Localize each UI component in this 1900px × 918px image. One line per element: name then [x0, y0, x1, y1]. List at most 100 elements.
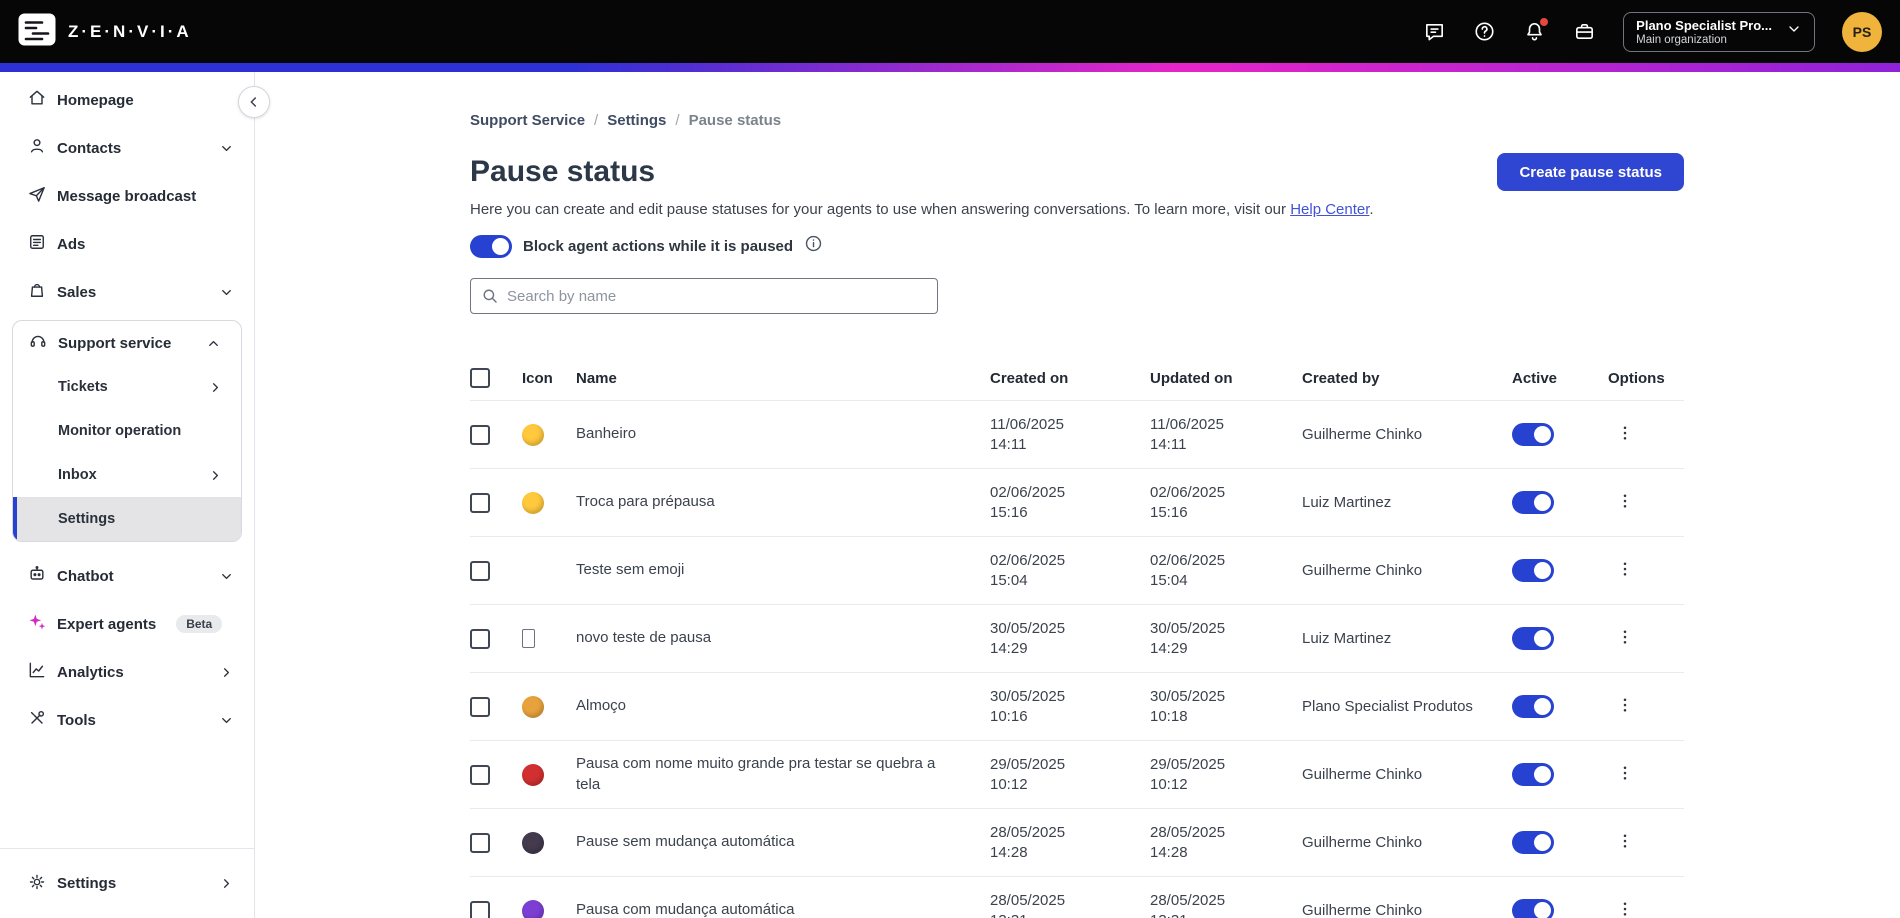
sidebar-item-sales[interactable]: Sales: [0, 268, 254, 316]
sidebar-item-tools[interactable]: Tools: [0, 696, 254, 744]
row-options-button[interactable]: [1608, 896, 1642, 918]
row-active-toggle[interactable]: [1512, 491, 1554, 514]
row-checkbox[interactable]: [470, 764, 490, 785]
sidebar-item-label: Support service: [58, 334, 172, 352]
table-row: novo teste de pausa 30/05/2025 14:29 30/…: [470, 604, 1684, 672]
beta-badge: Beta: [176, 615, 223, 633]
row-options-button[interactable]: [1608, 420, 1642, 449]
row-created-time: 10:16: [990, 707, 1028, 725]
row-active-toggle[interactable]: [1512, 763, 1554, 786]
sidebar-item-inbox[interactable]: Inbox: [13, 453, 241, 497]
briefcase-icon[interactable]: [1573, 20, 1596, 43]
row-active-toggle[interactable]: [1512, 899, 1554, 918]
row-updated-time: 14:29: [1150, 639, 1188, 657]
sidebar-item-chatbot[interactable]: Chatbot: [0, 552, 254, 600]
notifications-bell-icon[interactable]: [1523, 17, 1550, 43]
row-options-button[interactable]: [1608, 488, 1642, 517]
headset-icon: [28, 331, 48, 355]
row-name: Pausa com nome muito grande pra testar s…: [576, 755, 936, 793]
header-updated-on: Updated on: [1150, 369, 1233, 387]
row-created-on: 30/05/2025 14:29: [990, 619, 1150, 659]
block-agent-actions-toggle[interactable]: [470, 234, 512, 258]
row-created-by: Guilherme Chinko: [1302, 765, 1423, 783]
chevron-right-icon: [219, 876, 234, 891]
row-active-toggle[interactable]: [1512, 627, 1554, 650]
row-updated-date: 30/05/2025: [1150, 687, 1226, 705]
sidebar-item-ads[interactable]: Ads: [0, 220, 254, 268]
avatar[interactable]: PS: [1842, 11, 1882, 52]
breadcrumb-support-service[interactable]: Support Service: [470, 112, 585, 129]
chevron-right-icon: [219, 665, 234, 680]
main-content: Support Service / Settings / Pause statu…: [255, 72, 1900, 918]
row-options-button[interactable]: [1608, 692, 1642, 721]
sidebar-item-contacts[interactable]: Contacts: [0, 124, 254, 172]
sidebar-item-settings[interactable]: Settings: [0, 848, 254, 918]
row-created-time: 14:29: [990, 639, 1028, 657]
row-checkbox[interactable]: [470, 628, 490, 649]
table-row: Troca para prépausa 02/06/2025 15:16 02/…: [470, 468, 1684, 536]
breadcrumb-settings[interactable]: Settings: [607, 112, 666, 129]
row-updated-date: 11/06/2025: [1150, 415, 1224, 433]
row-checkbox[interactable]: [470, 696, 490, 717]
row-updated-date: 02/06/2025: [1150, 551, 1226, 569]
pause-status-icon: [522, 560, 544, 582]
organization-selector-text: Plano Specialist Pro... Main organizatio…: [1636, 18, 1772, 46]
row-created-by: Guilherme Chinko: [1302, 901, 1423, 918]
sidebar-item-message-broadcast[interactable]: Message broadcast: [0, 172, 254, 220]
sidebar-item-monitor-operation[interactable]: Monitor operation: [13, 409, 241, 453]
search-input[interactable]: [470, 278, 938, 314]
create-pause-status-button[interactable]: Create pause status: [1497, 153, 1684, 191]
row-active-toggle[interactable]: [1512, 559, 1554, 582]
sidebar-item-support-service[interactable]: Support service: [13, 321, 241, 365]
sidebar-item-label: Tools: [57, 711, 96, 729]
toggle-knob: [1534, 834, 1551, 851]
row-options-button[interactable]: [1608, 556, 1642, 585]
row-checkbox[interactable]: [470, 424, 490, 445]
toggle-knob: [1534, 766, 1551, 783]
row-checkbox[interactable]: [470, 832, 490, 853]
row-updated-date: 28/05/2025: [1150, 891, 1226, 909]
toggle-knob: [1534, 630, 1551, 647]
row-created-by: Guilherme Chinko: [1302, 425, 1423, 443]
sidebar-item-settings-sub[interactable]: Settings: [13, 497, 241, 541]
row-created-on: 28/05/2025 13:31: [990, 891, 1150, 918]
sparkles-icon: [27, 612, 47, 636]
support-service-group: Support service Tickets Monitor operatio…: [12, 320, 242, 542]
row-created-on: 02/06/2025 15:16: [990, 483, 1150, 523]
info-icon[interactable]: [804, 234, 823, 258]
header-options: Options: [1608, 369, 1665, 387]
row-created-time: 15:16: [990, 503, 1028, 521]
select-all-checkbox[interactable]: [470, 368, 490, 388]
row-active-toggle[interactable]: [1512, 695, 1554, 718]
sidebar-item-tickets[interactable]: Tickets: [13, 365, 241, 409]
sidebar-collapse-button[interactable]: [238, 86, 270, 118]
row-created-date: 29/05/2025: [990, 755, 1066, 773]
row-options-button[interactable]: [1608, 828, 1642, 857]
row-options-button[interactable]: [1608, 760, 1642, 789]
chart-icon: [27, 660, 47, 684]
zenvia-logo[interactable]: Z·E·N·V·I·A: [18, 13, 192, 51]
sidebar-item-analytics[interactable]: Analytics: [0, 648, 254, 696]
row-created-date: 30/05/2025: [990, 687, 1066, 705]
row-checkbox[interactable]: [470, 492, 490, 513]
sidebar-item-label: Settings: [58, 511, 116, 527]
row-created-by: Luiz Martinez: [1302, 629, 1392, 647]
row-updated-on: 02/06/2025 15:04: [1150, 551, 1302, 591]
row-updated-date: 28/05/2025: [1150, 823, 1226, 841]
row-name: Pausa com mudança automática: [576, 901, 795, 918]
row-active-toggle[interactable]: [1512, 831, 1554, 854]
row-name: Almoço: [576, 697, 627, 715]
sidebar-item-expert-agents[interactable]: Expert agents Beta: [0, 600, 254, 648]
topbar-actions: Plano Specialist Pro... Main organizatio…: [1423, 11, 1882, 52]
organization-selector[interactable]: Plano Specialist Pro... Main organizatio…: [1623, 11, 1815, 52]
row-checkbox[interactable]: [470, 900, 490, 918]
page-title: Pause status: [470, 155, 656, 188]
row-options-button[interactable]: [1608, 624, 1642, 653]
row-checkbox[interactable]: [470, 560, 490, 581]
sidebar-item-homepage[interactable]: Homepage: [0, 76, 254, 124]
breadcrumb-current: Pause status: [688, 112, 782, 129]
row-active-toggle[interactable]: [1512, 423, 1554, 446]
help-center-link[interactable]: Help Center: [1290, 201, 1369, 218]
help-icon[interactable]: [1473, 20, 1496, 43]
conversations-icon[interactable]: [1423, 20, 1446, 43]
